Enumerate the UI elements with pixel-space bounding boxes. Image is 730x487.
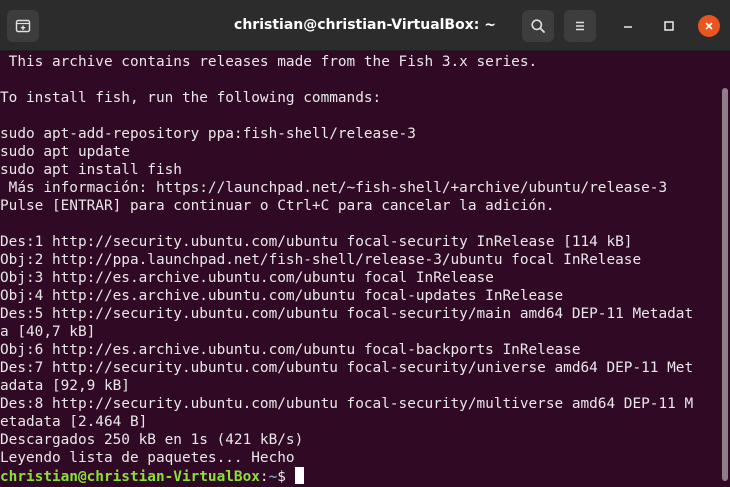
terminal-line: Pulse [ENTRAR] para continuar o Ctrl+C p… [0,198,555,214]
terminal-line: sudo apt-add-repository ppa:fish-shell/r… [0,126,416,142]
terminal-line: sudo apt install fish [0,162,182,178]
terminal-line: adata [92,9 kB] [0,378,130,394]
terminal-line: Obj:3 http://es.archive.ubuntu.com/ubunt… [0,270,494,286]
menu-button[interactable] [564,10,596,42]
close-icon [705,22,713,30]
terminal-line: Obj:6 http://es.archive.ubuntu.com/ubunt… [0,342,581,358]
search-icon [531,19,545,33]
prompt-path: ~ [268,469,278,485]
hamburger-menu-icon [576,21,584,31]
prompt-separator: : [259,469,269,485]
prompt-user-host: christian@christian-VirtualBox [0,469,260,485]
terminal-line: Leyendo lista de paquetes... Hecho [0,450,295,466]
text-cursor [294,467,304,484]
new-tab-button[interactable] [7,10,39,42]
close-button[interactable] [698,15,720,37]
minimize-button[interactable] [617,15,639,37]
terminal-output[interactable]: This archive contains releases made from… [0,51,719,487]
terminal-line: a [40,7 kB] [0,324,96,340]
terminal-line: sudo apt update [0,144,130,160]
maximize-button[interactable] [658,15,680,37]
minimize-icon [624,26,632,28]
terminal-line: etadata [2.464 B] [0,414,148,430]
terminal-line: Obj:2 http://ppa.launchpad.net/fish-shel… [0,252,642,268]
title-bar[interactable]: christian@christian-VirtualBox: ~ [0,0,730,51]
terminal-line: Más información: https://launchpad.net/~… [0,180,668,196]
terminal-line: Des:8 http://security.ubuntu.com/ubuntu … [0,396,694,412]
terminal-line: Des:5 http://security.ubuntu.com/ubuntu … [0,306,694,322]
terminal-line: Des:7 http://security.ubuntu.com/ubuntu … [0,360,694,376]
terminal-line: To install fish, run the following comma… [0,90,382,106]
terminal-line: This archive contains releases made from… [0,54,538,70]
prompt-line[interactable]: christian@christian-VirtualBox:~$ [0,467,304,485]
terminal-window: christian@christian-VirtualBox: ~ This a… [0,0,730,487]
search-button[interactable] [522,10,554,42]
terminal-line: Des:1 http://security.ubuntu.com/ubuntu … [0,234,633,250]
terminal-line: Obj:4 http://es.archive.ubuntu.com/ubunt… [0,288,564,304]
window-title: christian@christian-VirtualBox: ~ [234,17,496,33]
prompt-symbol: $ [277,469,295,485]
maximize-icon [664,21,674,31]
terminal-line: Descargados 250 kB en 1s (421 kB/s) [0,432,304,448]
scrollbar[interactable] [722,88,728,481]
new-tab-icon [15,19,31,33]
